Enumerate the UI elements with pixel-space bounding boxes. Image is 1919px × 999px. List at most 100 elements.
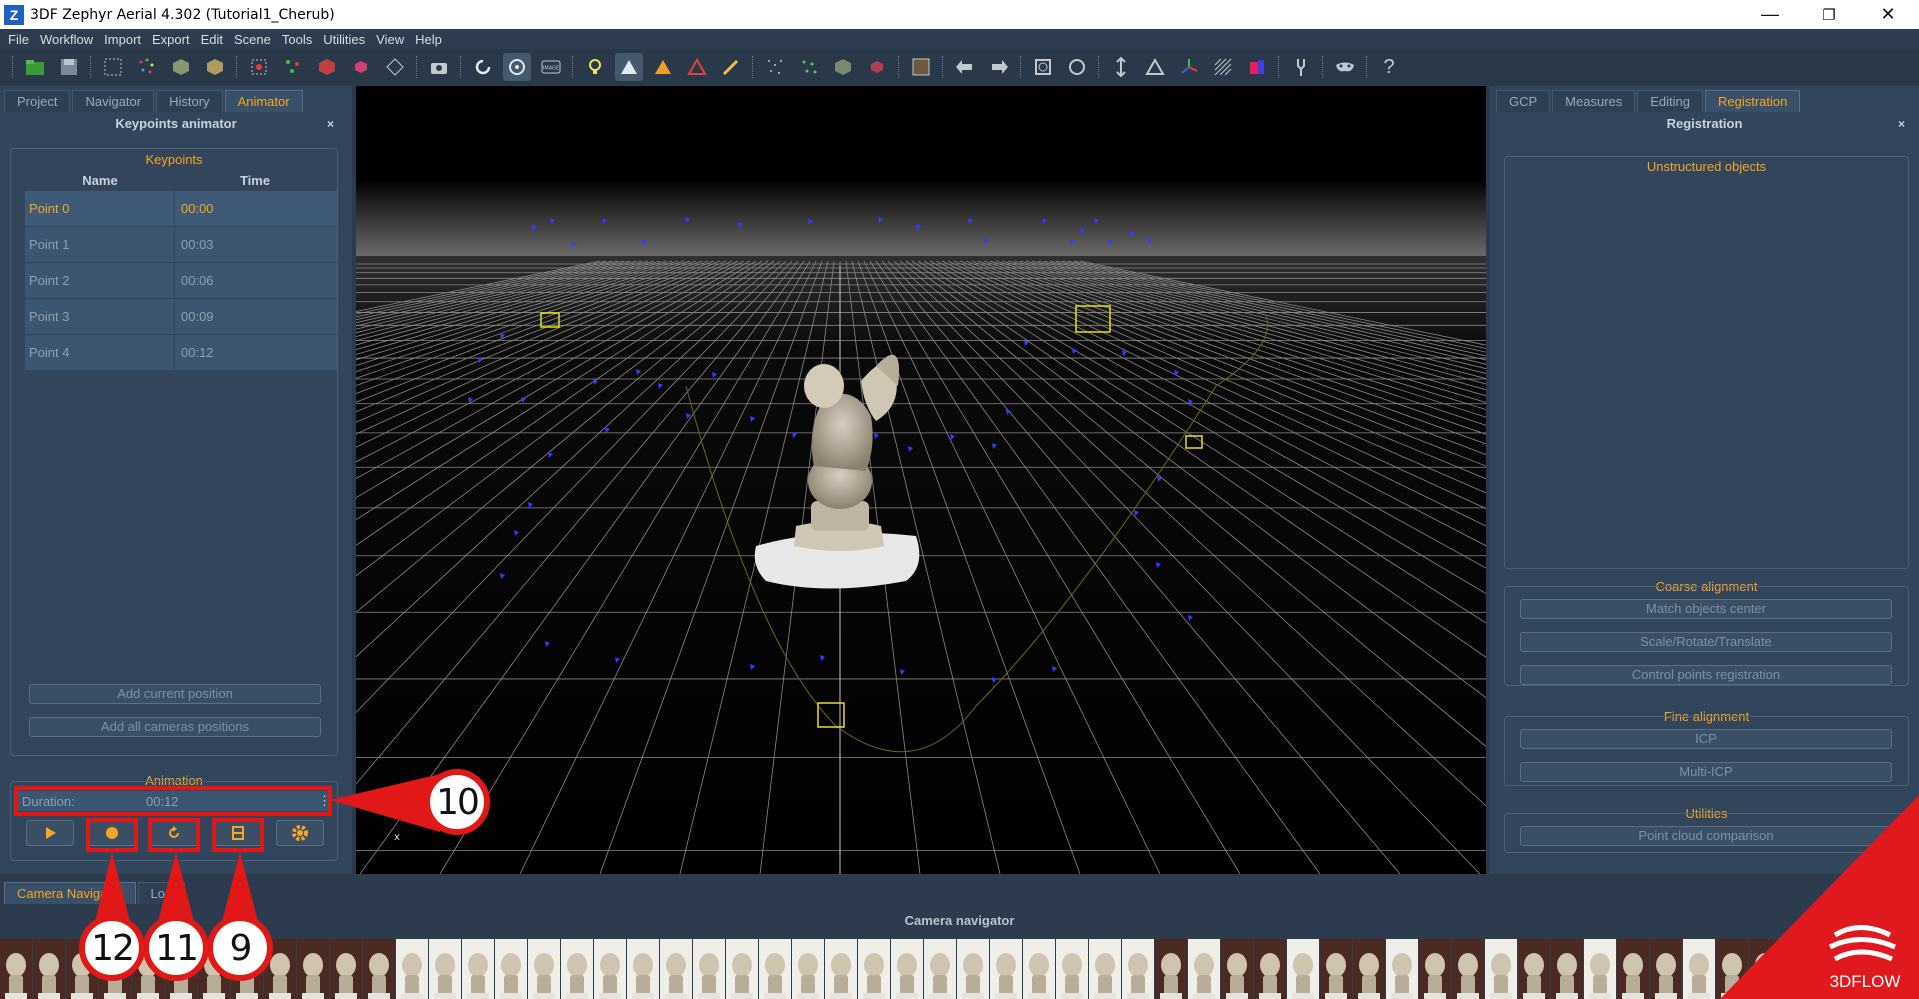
menu-file[interactable]: File [8,32,29,47]
camera-thumbnail[interactable] [1419,939,1451,999]
tab-project[interactable]: Project [4,90,71,112]
grid-button[interactable] [1209,53,1237,81]
camera-thumbnail[interactable] [1287,939,1319,999]
brush-button[interactable] [717,53,745,81]
camera-thumbnail[interactable] [1320,939,1352,999]
menu-import[interactable]: Import [104,32,141,47]
camera-thumbnail[interactable] [462,939,494,999]
camera-thumbnail[interactable] [1518,939,1550,999]
camera-thumbnail[interactable] [726,939,758,999]
multi-icp-button[interactable]: Multi-ICP [1520,762,1892,782]
sparse-cloud-button[interactable] [133,53,161,81]
rotate-button[interactable] [1029,53,1057,81]
camera-thumbnail[interactable] [1188,939,1220,999]
camera-thumbnail[interactable] [1023,939,1055,999]
camera-thumbnail[interactable] [0,939,32,999]
vertex-color-button[interactable] [649,53,677,81]
new-project-button[interactable] [21,53,49,81]
tab-history[interactable]: History [156,90,223,112]
tab-editing[interactable]: Editing [1637,90,1703,112]
camera-thumbnail[interactable] [660,939,692,999]
menu-edit[interactable]: Edit [201,32,223,47]
menu-help[interactable]: Help [415,32,442,47]
camera-thumbnail[interactable] [594,939,626,999]
mask-button[interactable] [1331,53,1359,81]
tab-navigator[interactable]: Navigator [72,90,155,112]
camera-thumbnail[interactable] [1584,939,1616,999]
camera-thumbnail[interactable] [330,939,362,999]
camera-thumbnail[interactable] [528,939,560,999]
camera-thumbnail[interactable] [957,939,989,999]
menu-export[interactable]: Export [152,32,190,47]
menu-utilities[interactable]: Utilities [323,32,365,47]
arrow-forward-button[interactable] [985,53,1013,81]
mesh-button[interactable] [201,53,229,81]
camera-thumbnail[interactable] [396,939,428,999]
camera-thumbnail[interactable] [990,939,1022,999]
camera-thumbnail[interactable] [495,939,527,999]
menu-scene[interactable]: Scene [234,32,271,47]
circle-button[interactable] [1063,53,1091,81]
mesh-shade-button[interactable] [615,53,643,81]
close-button[interactable]: ✕ [1865,0,1911,29]
menu-view[interactable]: View [376,32,404,47]
box-red-button[interactable] [863,53,891,81]
camera-thumbnail[interactable] [1122,939,1154,999]
camera-capture-button[interactable] [425,53,453,81]
table-row[interactable]: Point 1 00:03 [25,227,337,263]
table-row[interactable]: Point 2 00:06 [25,263,337,299]
camera-thumbnail[interactable] [924,939,956,999]
wire-button[interactable] [381,53,409,81]
camera-thumbnail[interactable] [792,939,824,999]
animator-close-icon[interactable]: × [327,112,334,136]
tab-measures[interactable]: Measures [1552,90,1636,112]
menu-tools[interactable]: Tools [282,32,312,47]
green-points-button[interactable] [795,53,823,81]
undo-rotate-button[interactable] [469,53,497,81]
camera-thumbnail[interactable] [1056,939,1088,999]
measure-button[interactable] [1141,53,1169,81]
wrench-button[interactable] [1287,53,1315,81]
axis-button[interactable] [1175,53,1203,81]
save-button[interactable] [55,53,83,81]
table-row[interactable]: Point 0 00:00 [25,191,337,227]
sparse-color-button[interactable] [279,53,307,81]
bbox-button[interactable] [907,53,935,81]
table-row[interactable]: Point 3 00:09 [25,299,337,335]
orbit-button[interactable] [503,53,531,81]
animation-settings-button[interactable] [276,820,324,846]
match-objects-center-button[interactable]: Match objects center [1520,599,1892,619]
icp-button[interactable]: ICP [1520,729,1892,749]
render-button[interactable] [1243,53,1271,81]
camera-thumbnail[interactable] [1650,939,1682,999]
vertical-button[interactable] [1107,53,1135,81]
cube-red-button[interactable] [313,53,341,81]
camera-thumbnail[interactable] [1155,939,1187,999]
camera-thumbnail[interactable] [1683,939,1715,999]
camera-thumbnail[interactable] [627,939,659,999]
camera-thumbnail[interactable] [1386,939,1418,999]
control-points-registration-button[interactable]: Control points registration [1520,665,1892,685]
tab-animator[interactable]: Animator [224,90,303,112]
camera-thumbnail[interactable] [1617,939,1649,999]
camera-thumbnail[interactable] [363,939,395,999]
3d-viewport[interactable]: x [356,86,1486,874]
cube-pink-button[interactable] [347,53,375,81]
scale-rotate-translate-button[interactable]: Scale/Rotate/Translate [1520,632,1892,652]
arrow-back-button[interactable] [951,53,979,81]
help-button[interactable]: ? [1375,53,1403,81]
camera-thumbnail[interactable] [825,939,857,999]
camera-thumbnail[interactable] [1485,939,1517,999]
menu-workflow[interactable]: Workflow [40,32,93,47]
box-button[interactable] [829,53,857,81]
camera-thumbnail[interactable] [429,939,461,999]
table-row[interactable]: Point 4 00:12 [25,335,337,371]
textured-mesh-button[interactable] [245,53,273,81]
texture-view-button[interactable] [683,53,711,81]
play-button[interactable] [26,820,74,846]
light-bulb-button[interactable] [581,53,609,81]
camera-thumbnail[interactable] [1089,939,1121,999]
tab-gcp[interactable]: GCP [1496,90,1551,112]
camera-thumbnail[interactable] [33,939,65,999]
camera-thumbnail[interactable] [561,939,593,999]
